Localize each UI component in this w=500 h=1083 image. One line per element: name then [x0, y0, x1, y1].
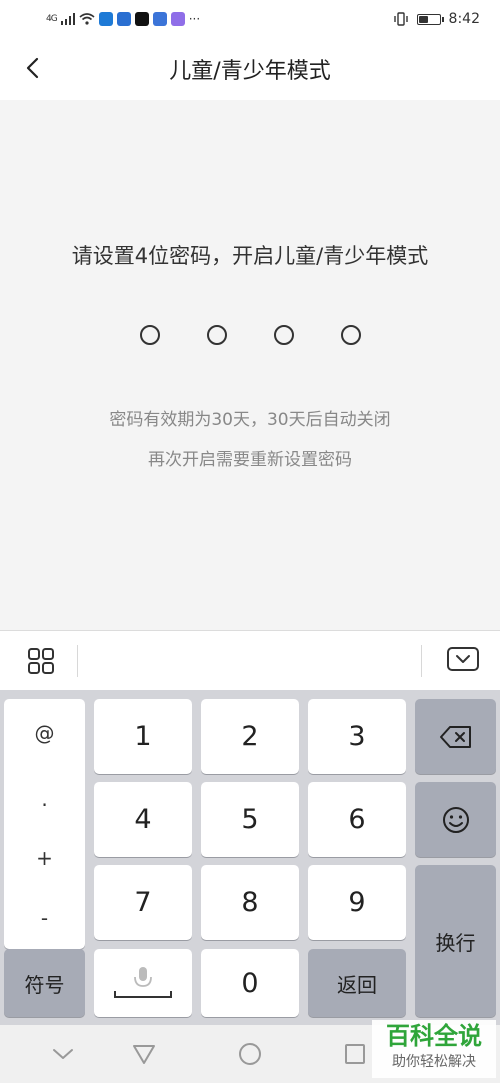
nav-home-button[interactable]: [235, 1039, 265, 1069]
hide-keyboard-button[interactable]: [446, 646, 482, 676]
vibrate-icon: [393, 12, 408, 26]
key-8[interactable]: 8: [201, 865, 299, 940]
keyboard-hide-icon: [447, 647, 479, 671]
key-0[interactable]: 0: [201, 949, 299, 1017]
key-3[interactable]: 3: [308, 699, 406, 774]
grid-icon: [28, 648, 54, 674]
symbol-column: @ . + -: [4, 699, 85, 949]
microphone-icon: [114, 967, 172, 998]
nav-recents-button[interactable]: [340, 1039, 370, 1069]
keyboard-menu-button[interactable]: [26, 646, 58, 678]
watermark-main: 百科全说: [386, 1022, 482, 1050]
app-notification-icon: [170, 12, 185, 26]
tiktok-notification-icon: [134, 12, 149, 26]
numeric-keyboard: @ . + - 1 2 3 4 5 6 7 8 9 换行 符号 0 返回: [0, 690, 500, 1025]
pin-dot: [273, 325, 294, 345]
key-2[interactable]: 2: [201, 699, 299, 774]
reset-note: 再次开启需要重新设置密码: [148, 450, 352, 470]
toolbar-divider: [421, 645, 422, 677]
chevron-left-icon: [26, 57, 39, 79]
page-title: 儿童/青少年模式: [169, 59, 331, 84]
space-voice-key[interactable]: [94, 949, 192, 1017]
status-time: 8:42: [448, 11, 480, 27]
key-plus[interactable]: +: [4, 846, 85, 870]
signal-icon: [60, 13, 75, 25]
key-minus[interactable]: -: [4, 906, 85, 930]
watermark-sub: 助你轻松解决: [392, 1054, 476, 1070]
password-prompt: 请设置4位密码，开启儿童/青少年模式: [71, 244, 429, 268]
battery-icon: [416, 13, 444, 25]
content-area: 请设置4位密码，开启儿童/青少年模式 密码有效期为30天，30天后自动关闭 再次…: [0, 100, 500, 630]
back-button[interactable]: [14, 50, 50, 86]
validity-note: 密码有效期为30天，30天后自动关闭: [109, 410, 391, 430]
pin-indicator[interactable]: [0, 325, 500, 345]
key-9[interactable]: 9: [308, 865, 406, 940]
symbols-key[interactable]: 符号: [4, 949, 85, 1017]
key-7[interactable]: 7: [94, 865, 192, 940]
return-key[interactable]: 返回: [308, 949, 406, 1017]
status-bar: 4G ··· 8:42: [0, 0, 500, 38]
triangle-back-icon: [133, 1045, 155, 1064]
chevron-down-icon: [53, 1049, 73, 1059]
battery-fill: [418, 15, 428, 23]
pin-dot: [340, 325, 361, 345]
watermark: 百科全说 助你轻松解决: [372, 1020, 496, 1078]
keyboard-toolbar: [0, 630, 500, 690]
key-5[interactable]: 5: [201, 782, 299, 857]
app-notification-icon: [98, 12, 113, 26]
app-notification-icon: [152, 12, 167, 26]
enter-key[interactable]: 换行: [415, 865, 496, 1017]
backspace-key[interactable]: [415, 699, 496, 774]
header: 儿童/青少年模式: [0, 38, 500, 100]
nav-back-button[interactable]: [129, 1039, 159, 1069]
nav-hide-button[interactable]: [48, 1039, 78, 1069]
wifi-icon: [79, 13, 95, 25]
status-left: 4G ···: [46, 12, 200, 26]
pin-dot: [206, 325, 227, 345]
toolbar-divider: [77, 645, 78, 677]
network-label: 4G: [46, 14, 58, 24]
app-notification-icon: [116, 12, 131, 26]
more-notifications-indicator: ···: [188, 12, 201, 26]
key-dot[interactable]: .: [4, 787, 85, 811]
key-1[interactable]: 1: [94, 699, 192, 774]
key-at[interactable]: @: [4, 721, 85, 745]
status-right: 8:42: [393, 11, 480, 27]
backspace-icon: [439, 725, 471, 748]
circle-home-icon: [239, 1043, 261, 1065]
emoji-key[interactable]: [415, 782, 496, 857]
key-4[interactable]: 4: [94, 782, 192, 857]
key-6[interactable]: 6: [308, 782, 406, 857]
emoji-icon: [442, 806, 469, 833]
square-recents-icon: [345, 1044, 365, 1064]
pin-dot: [139, 325, 160, 345]
